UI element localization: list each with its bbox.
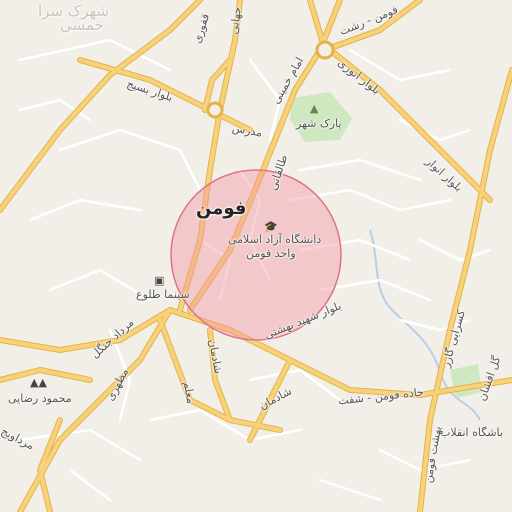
- university-icon[interactable]: 🎓: [264, 220, 278, 233]
- map-label-club[interactable]: باشگاه انقلاب: [440, 426, 503, 439]
- cinema-icon[interactable]: ▣: [154, 274, 164, 287]
- map-label-rezaei[interactable]: محمود رضایی: [8, 392, 72, 405]
- map-label-park[interactable]: پارک شهر: [296, 117, 341, 130]
- map-label-faint-top2: خمسی: [60, 16, 104, 34]
- map-label-cinema[interactable]: سینما طلوع: [136, 288, 190, 301]
- tree-icon[interactable]: ▲: [310, 102, 318, 115]
- map-label-city[interactable]: فومن: [196, 198, 246, 219]
- map-label-university-2[interactable]: واحد فومن: [246, 247, 296, 260]
- map-label-university-1[interactable]: دانشگاه آزاد اسلامی: [228, 233, 321, 246]
- mosque-icon[interactable]: ▲▲: [30, 376, 47, 389]
- map-view[interactable]: شهرک سرا خمسی فومن 🎓 دانشگاه آزاد اسلامی…: [0, 0, 512, 512]
